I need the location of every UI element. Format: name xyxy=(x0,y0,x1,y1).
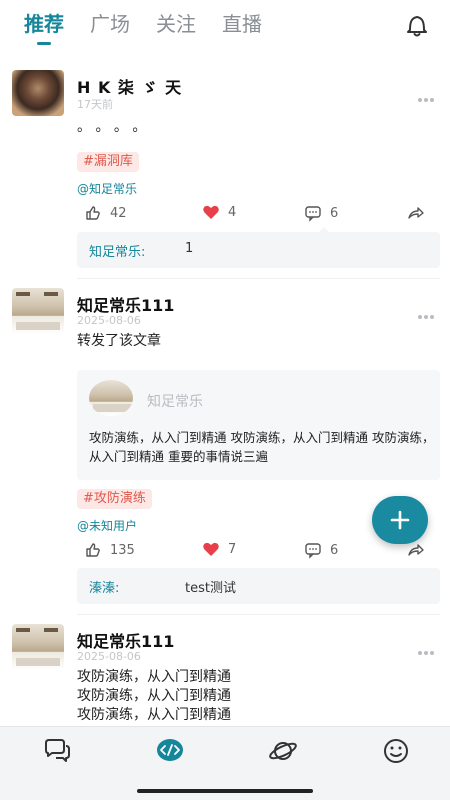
heart-icon xyxy=(203,542,219,556)
thumb-icon xyxy=(86,206,100,220)
tab-recommend[interactable]: 推荐 xyxy=(24,10,64,45)
post-divider xyxy=(77,614,440,615)
post-body: 转发了该文章 xyxy=(77,333,161,349)
bell-icon[interactable] xyxy=(404,12,430,38)
tab-label: 推荐 xyxy=(24,12,64,36)
post-card: 知足常乐111 2025-08-06 转发了该文章 知足常乐 攻防演练，从入门到… xyxy=(0,280,450,616)
smile-icon[interactable] xyxy=(381,737,411,765)
post-actions: 135 7 6 xyxy=(84,541,424,561)
favorite-button[interactable]: 7 xyxy=(202,541,236,557)
comment-text: test测试 xyxy=(185,581,236,596)
comment-preview[interactable]: 知足常乐: 1 xyxy=(77,232,440,268)
post-author[interactable]: 知足常乐111 xyxy=(77,628,174,652)
share-icon xyxy=(408,544,424,556)
topic-tag[interactable]: #漏洞库 xyxy=(77,152,139,172)
comment-text: 1 xyxy=(185,241,194,256)
post-author[interactable]: 知足常乐111 xyxy=(77,292,174,316)
post-card: H K 柒 ゞ 天 17天前 。 。 。 。 #漏洞库 @知足常乐 42 4 6 xyxy=(0,56,450,276)
like-button[interactable]: 135 xyxy=(84,541,135,559)
tab-square[interactable]: 广场 xyxy=(90,10,130,38)
post-actions: 42 4 6 xyxy=(84,204,424,224)
comment-icon xyxy=(305,543,321,559)
avatar[interactable] xyxy=(12,624,64,670)
planet-icon[interactable] xyxy=(268,737,298,765)
avatar[interactable] xyxy=(12,70,64,116)
quoted-text: 攻防演练，从入门到精通 攻防演练，从入门到精通 攻防演练，从入门到精通 重要的事… xyxy=(89,430,435,464)
topic-tag[interactable]: #攻防演练 xyxy=(77,489,152,509)
comment-author[interactable]: 溱溱: xyxy=(89,577,119,596)
post-time: 17天前 xyxy=(77,98,113,111)
more-icon[interactable] xyxy=(418,640,438,655)
feed-tabs: 推荐 广场 关注 直播 xyxy=(24,10,288,45)
add-post-button[interactable] xyxy=(372,496,428,544)
thumb-icon xyxy=(86,543,100,557)
quoted-avatar[interactable] xyxy=(89,380,133,416)
tab-follow[interactable]: 关注 xyxy=(156,10,196,38)
chat-icon[interactable] xyxy=(42,737,72,765)
post-divider xyxy=(77,278,440,279)
comment-count: 6 xyxy=(330,542,339,558)
post-body-line: 攻防演练，从入门到精通 xyxy=(77,669,231,685)
share-button[interactable] xyxy=(407,204,433,222)
comment-button[interactable]: 6 xyxy=(304,541,338,559)
post-time: 2025-08-06 xyxy=(77,650,141,663)
post-time: 2025-08-06 xyxy=(77,314,141,327)
more-icon[interactable] xyxy=(418,87,438,102)
post-body: 。 。 。 。 xyxy=(77,119,147,135)
post-body-line: 攻防演练，从入门到精通 xyxy=(77,688,231,704)
tab-live[interactable]: 直播 xyxy=(222,10,262,38)
mention-link[interactable]: @未知用户 xyxy=(77,517,137,534)
feed[interactable]: H K 柒 ゞ 天 17天前 。 。 。 。 #漏洞库 @知足常乐 42 4 6 xyxy=(0,56,450,726)
home-indicator xyxy=(137,789,313,793)
post-body-line: 攻防演练，从入门到精通 xyxy=(77,707,231,723)
tab-label: 关注 xyxy=(156,12,196,36)
heart-icon xyxy=(203,205,219,219)
tab-label: 广场 xyxy=(90,12,130,36)
heart-count: 7 xyxy=(228,541,237,557)
share-button[interactable] xyxy=(407,541,433,559)
active-tab-indicator xyxy=(37,42,51,45)
comment-icon xyxy=(305,206,321,222)
share-icon xyxy=(408,207,424,219)
tab-label: 直播 xyxy=(222,12,262,36)
comment-author[interactable]: 知足常乐: xyxy=(89,241,145,260)
like-button[interactable]: 42 xyxy=(84,204,127,222)
post-author[interactable]: H K 柒 ゞ 天 xyxy=(77,74,182,98)
code-icon[interactable] xyxy=(155,737,185,765)
post-card: 知足常乐111 2025-08-06 攻防演练，从入门到精通 攻防演练，从入门到… xyxy=(0,616,450,726)
favorite-button[interactable]: 4 xyxy=(202,204,236,220)
top-bar: 推荐 广场 关注 直播 xyxy=(0,0,450,52)
plus-icon xyxy=(390,510,410,530)
like-count: 42 xyxy=(110,205,127,221)
avatar[interactable] xyxy=(12,288,64,334)
heart-count: 4 xyxy=(228,204,237,220)
comment-button[interactable]: 6 xyxy=(304,204,338,222)
comment-preview[interactable]: 溱溱: test测试 xyxy=(77,568,440,604)
quoted-author[interactable]: 知足常乐 xyxy=(147,391,203,411)
mention-link[interactable]: @知足常乐 xyxy=(77,180,137,197)
quoted-article[interactable]: 知足常乐 攻防演练，从入门到精通 攻防演练，从入门到精通 攻防演练，从入门到精通… xyxy=(77,370,440,480)
comment-count: 6 xyxy=(330,205,339,221)
more-icon[interactable] xyxy=(418,304,438,319)
like-count: 135 xyxy=(110,542,135,558)
